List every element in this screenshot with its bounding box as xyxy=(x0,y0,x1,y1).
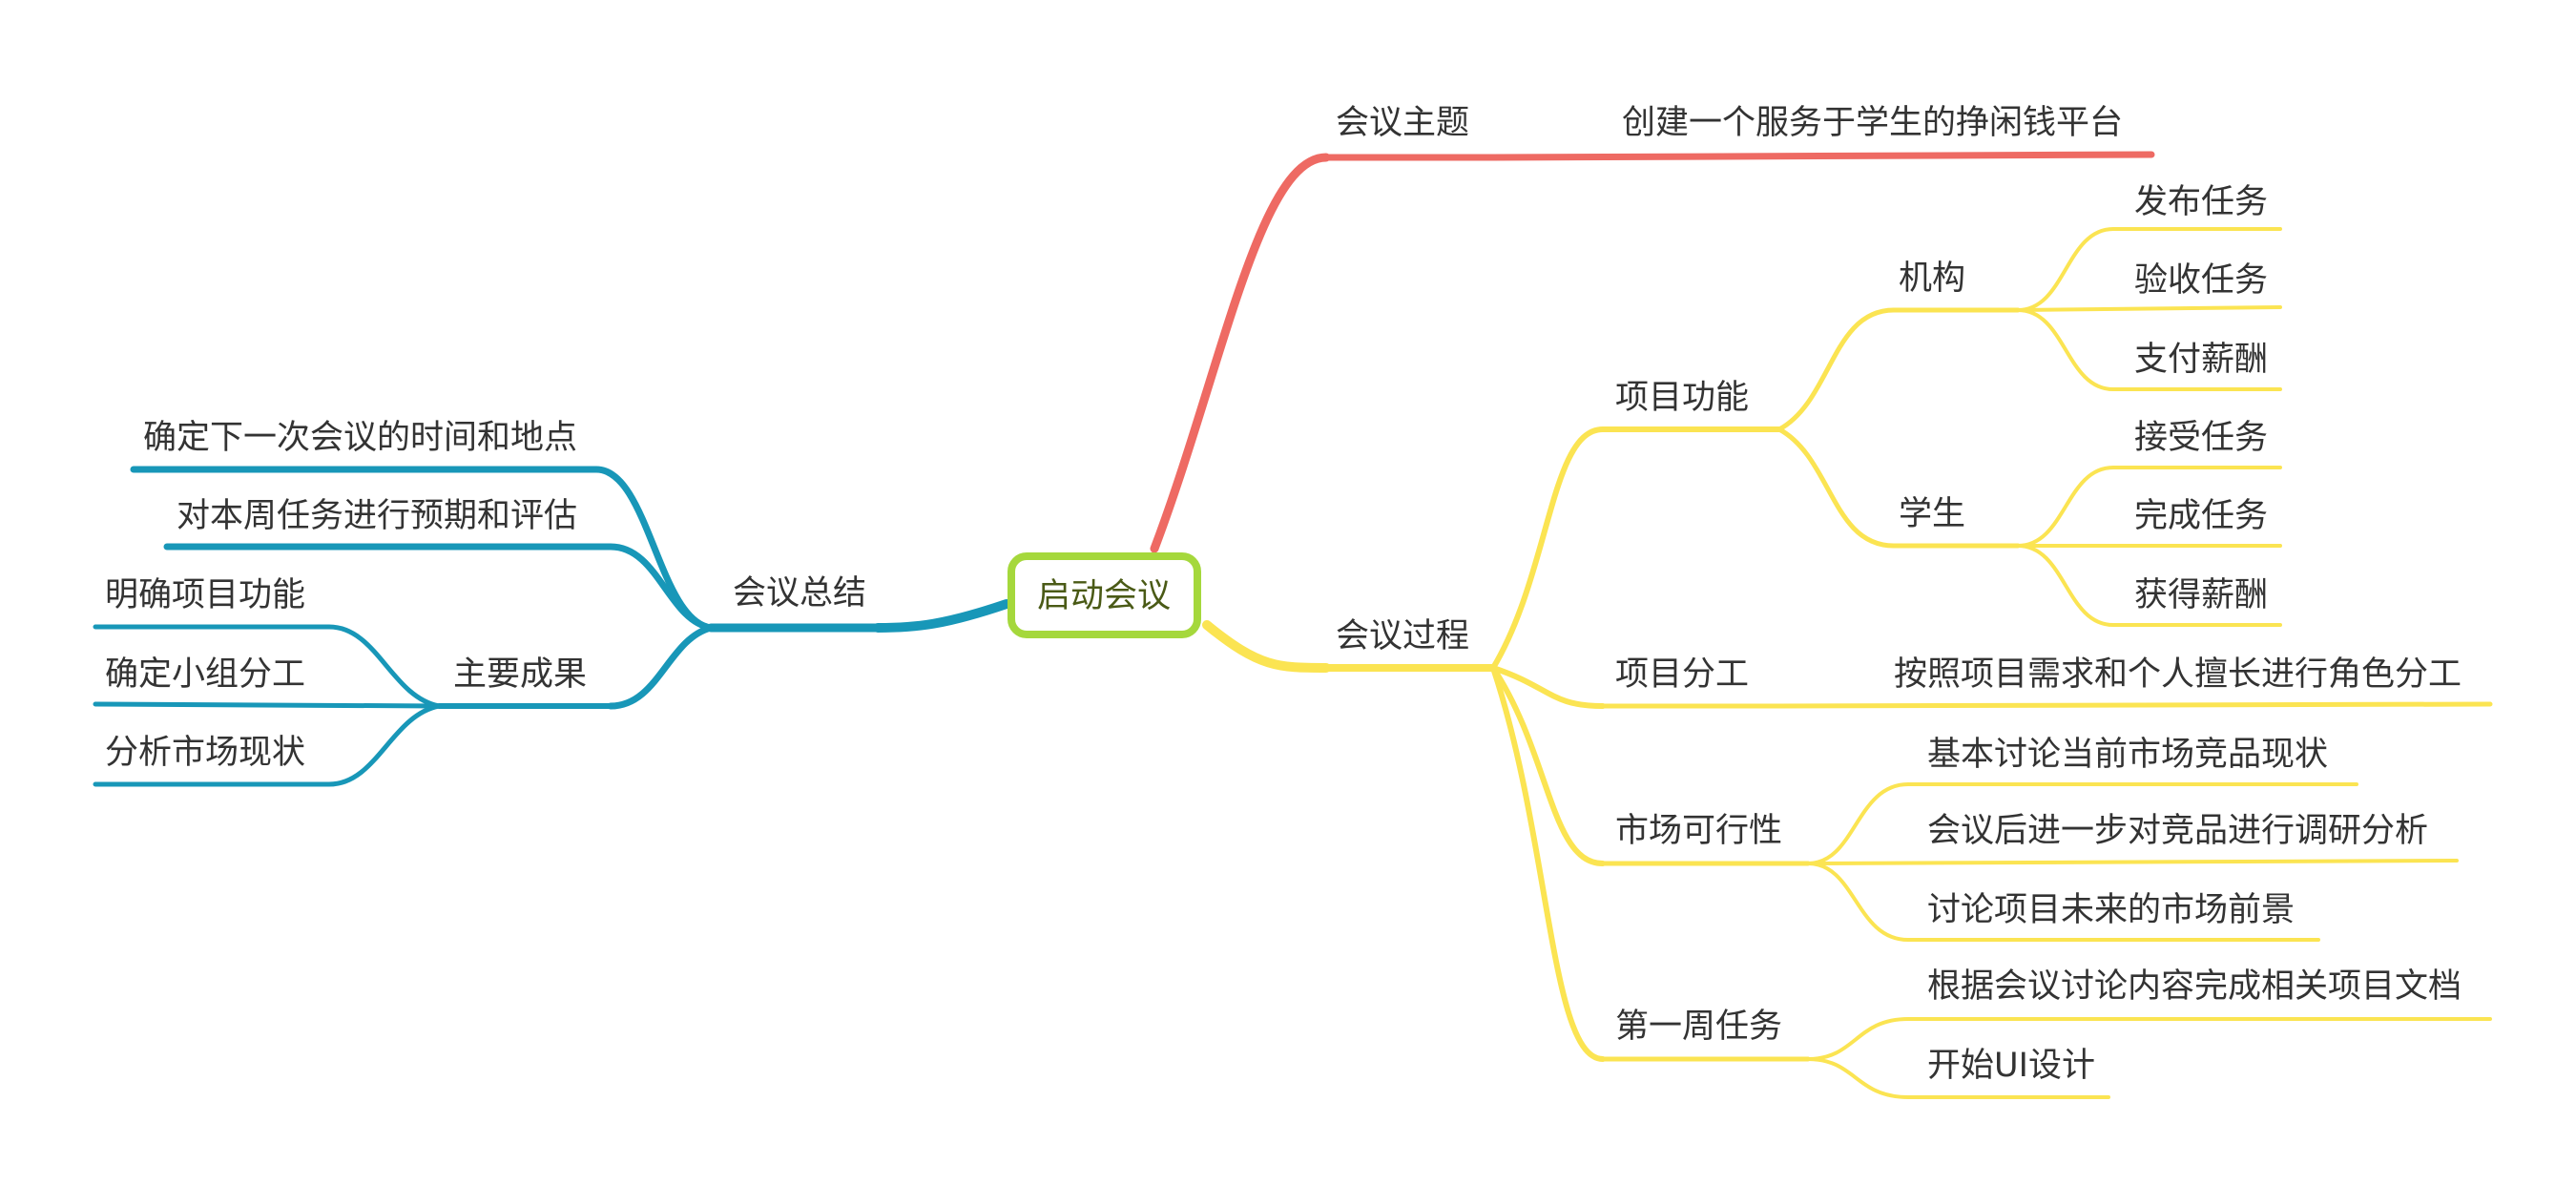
week1-item-connector xyxy=(1806,1017,2492,1061)
division-detail[interactable]: 按照项目需求和个人擅长进行角色分工 xyxy=(1894,655,2462,694)
market-item-connector xyxy=(1806,859,2459,865)
week1-label[interactable]: 第一周任务 xyxy=(1615,1008,1782,1046)
org-item[interactable]: 发布任务 xyxy=(2134,183,2268,221)
mind-map: 会议主题 创建一个服务于学生的挣闲钱平台 会议过程 项目功能 机构 发布任务 验… xyxy=(93,104,2493,1099)
outcomes-item-connector xyxy=(93,701,442,709)
outcomes-item[interactable]: 明确项目功能 xyxy=(105,576,305,614)
summary-label[interactable]: 会议总结 xyxy=(733,574,866,613)
student-connector xyxy=(1776,426,1897,549)
week1-item[interactable]: 根据会议讨论内容完成相关项目文档 xyxy=(1927,967,2462,1006)
market-item[interactable]: 讨论项目未来的市场前景 xyxy=(1927,891,2295,929)
org-connector xyxy=(1776,307,1897,432)
student-label[interactable]: 学生 xyxy=(1899,495,1965,533)
topic-underline xyxy=(1322,151,2155,161)
org-label[interactable]: 机构 xyxy=(1899,260,1965,298)
org-item[interactable]: 支付薪酬 xyxy=(2134,341,2268,379)
topic-label[interactable]: 会议主题 xyxy=(1336,104,1469,142)
outcomes-item[interactable]: 确定小组分工 xyxy=(105,655,305,694)
week1-connector xyxy=(1490,665,1606,1062)
summary-item[interactable]: 确定下一次会议的时间和地点 xyxy=(143,419,577,457)
org-item[interactable]: 验收任务 xyxy=(2134,261,2268,300)
market-connector xyxy=(1490,665,1606,866)
student-item[interactable]: 完成任务 xyxy=(2134,497,2268,535)
outcomes-connector xyxy=(607,624,715,710)
student-item[interactable]: 接受任务 xyxy=(2134,419,2268,457)
outcomes-item[interactable]: 分析市场现状 xyxy=(105,734,305,772)
process-label[interactable]: 会议过程 xyxy=(1336,617,1469,655)
summary-connector xyxy=(873,599,1011,633)
market-item[interactable]: 会议后进一步对竞品进行调研分析 xyxy=(1927,812,2428,850)
student-item[interactable]: 获得薪酬 xyxy=(2134,576,2268,614)
outcomes-label[interactable]: 主要成果 xyxy=(453,655,587,694)
division-label[interactable]: 项目分工 xyxy=(1615,655,1749,694)
topic-detail[interactable]: 创建一个服务于学生的挣闲钱平台 xyxy=(1622,104,2123,142)
root-node[interactable]: 启动会议 xyxy=(1008,552,1201,638)
features-label[interactable]: 项目功能 xyxy=(1615,379,1749,417)
root-label[interactable]: 启动会议 xyxy=(1037,577,1171,615)
week1-item[interactable]: 开始UI设计 xyxy=(1927,1047,2095,1085)
features-connector xyxy=(1490,426,1606,671)
summary-branch: 会议总结 确定下一次会议的时间和地点 对本周任务进行预期和评估 主要成果 明确项… xyxy=(93,419,1011,787)
summary-item[interactable]: 对本周任务进行预期和评估 xyxy=(177,497,577,535)
division-underline xyxy=(1600,701,2493,709)
market-label[interactable]: 市场可行性 xyxy=(1615,812,1782,850)
org-item-connector xyxy=(2016,305,2282,312)
process-branch: 会议过程 项目功能 机构 发布任务 验收任务 支付薪酬 学生 接受任务 完成任务… xyxy=(1202,183,2493,1099)
topic-branch: 会议主题 创建一个服务于学生的挣闲钱平台 xyxy=(1150,104,2155,553)
market-item[interactable]: 基本讨论当前市场竞品现状 xyxy=(1927,736,2328,774)
process-connector xyxy=(1202,620,1331,673)
topic-connector xyxy=(1150,153,1331,553)
